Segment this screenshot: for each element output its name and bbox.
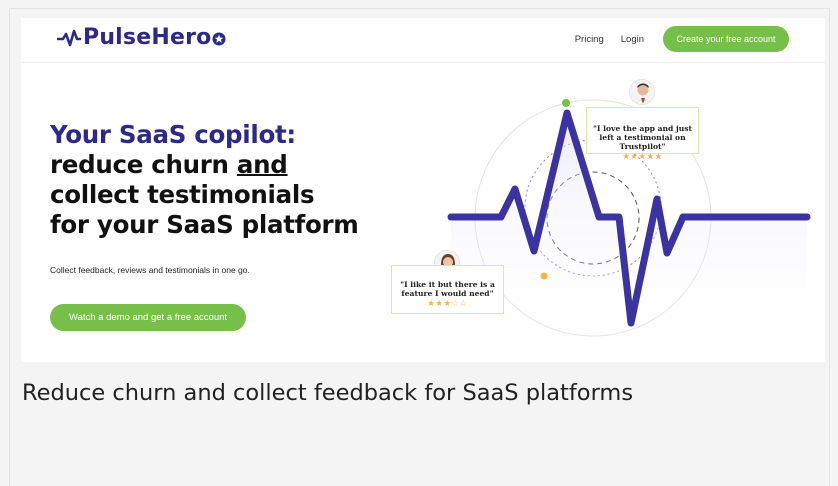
hero-title-line3: collect testimonials [50,180,315,209]
testimonial-1-line2: left a testimonial on [599,133,686,142]
testimonial-1-line3: Trustpilot" [619,142,666,151]
pulse-icon [57,29,81,46]
star-badge-icon [212,32,226,46]
watch-demo-button[interactable]: Watch a demo and get a free account [50,304,246,331]
hero-subtitle: Collect feedback, reviews and testimonia… [50,265,250,275]
nav-link-pricing[interactable]: Pricing [575,34,604,45]
rating-stars-5: ★★★★★ [622,152,663,162]
top-navigation: PulseHero Pricing Login Create your free… [21,18,825,63]
rating-stars-3: ★★★☆☆ [427,299,468,309]
hero-title-line2-text: reduce churn [50,150,237,179]
testimonial-2-line1: "I like it but there is a [400,280,495,289]
create-account-button[interactable]: Create your free account [663,26,789,52]
testimonial-2-line2: feature I would need" [401,289,494,298]
hero-title-underlined-word: and [236,150,288,179]
image-caption: Reduce churn and collect feedback for Sa… [22,380,634,406]
hero-title-line4: for your SaaS platform [50,210,359,239]
website-screenshot: PulseHero Pricing Login Create your free… [21,18,825,362]
testimonial-bubble-positive: "I love the app and just left a testimon… [586,107,699,162]
brand-name: PulseHero [83,25,212,50]
hero-title-accent: Your SaaS copilot: [50,120,296,149]
testimonial-bubble-feature-request: "I like it but there is a feature I woul… [391,265,504,314]
testimonial-1-line1: "I love the app and just [592,124,693,133]
nav-link-login[interactable]: Login [621,34,644,45]
brand-logo[interactable]: PulseHero [57,25,226,50]
hero-title-line2: reduce churn and [50,150,400,180]
hero-headline: Your SaaS copilot: reduce churn and coll… [50,120,400,240]
reviewer-avatar-male [629,79,655,105]
nav-links: Pricing Login Create your free account [575,26,825,52]
